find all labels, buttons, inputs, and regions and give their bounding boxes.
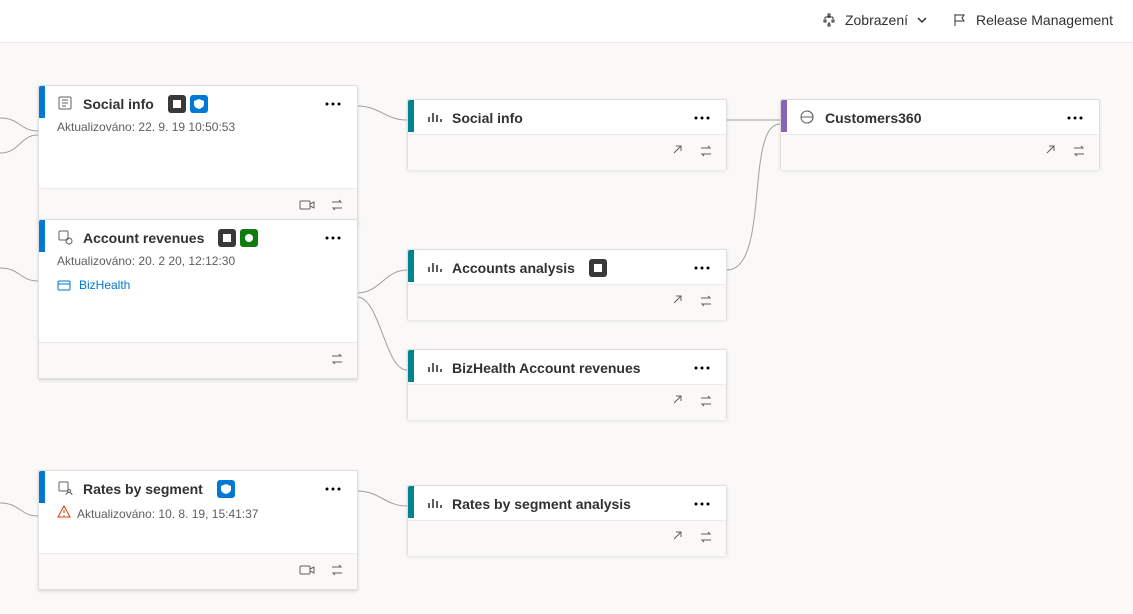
node-social-info-report[interactable]: Social info <box>407 99 727 169</box>
report-icon <box>426 259 442 278</box>
view-dropdown[interactable]: Zobrazení <box>821 12 928 28</box>
node-stripe <box>408 100 414 132</box>
node-footer <box>408 284 726 320</box>
node-customers360-app[interactable]: Customers360 <box>780 99 1100 169</box>
open-icon[interactable] <box>668 393 684 412</box>
node-rates-analysis-report[interactable]: Rates by segment analysis <box>407 485 727 555</box>
node-footer <box>781 134 1099 170</box>
impact-icon[interactable] <box>299 197 315 216</box>
open-icon[interactable] <box>668 143 684 162</box>
open-icon[interactable] <box>1041 143 1057 162</box>
impact-icon[interactable] <box>299 562 315 581</box>
node-title: BizHealth Account revenues <box>452 360 641 376</box>
hierarchy-icon <box>821 12 837 28</box>
swap-icon[interactable] <box>698 393 714 412</box>
node-stripe <box>39 220 45 252</box>
updated-timestamp: 10. 8. 19, 15:41:37 <box>158 507 258 521</box>
dataset-user-icon <box>57 480 73 499</box>
warning-icon <box>57 505 71 522</box>
updated-prefix: Aktualizováno: <box>77 507 158 521</box>
swap-icon[interactable] <box>329 562 345 581</box>
node-badges <box>217 480 235 498</box>
more-options-button[interactable] <box>321 483 345 495</box>
certified-badge-icon <box>217 480 235 498</box>
node-badges <box>589 259 607 277</box>
workspace-link[interactable]: BizHealth <box>57 278 345 292</box>
swap-icon[interactable] <box>698 529 714 548</box>
node-footer <box>408 134 726 170</box>
workspace-icon <box>57 278 71 292</box>
updated-prefix: Aktualizováno: <box>57 254 138 268</box>
node-footer <box>408 384 726 420</box>
release-management-label: Release Management <box>976 12 1113 28</box>
more-options-button[interactable] <box>690 362 714 374</box>
open-icon[interactable] <box>668 529 684 548</box>
node-stripe <box>39 86 45 118</box>
sensitivity-badge-icon <box>589 259 607 277</box>
node-body: Aktualizováno: 10. 8. 19, 15:41:37 <box>39 505 357 530</box>
node-title: Account revenues <box>83 230 204 246</box>
swap-icon[interactable] <box>329 197 345 216</box>
more-options-button[interactable] <box>690 262 714 274</box>
report-icon <box>426 495 442 514</box>
node-title: Social info <box>452 110 523 126</box>
promoted-badge-icon <box>240 229 258 247</box>
workspace-name: BizHealth <box>79 278 130 292</box>
dataset-icon <box>57 95 73 114</box>
node-badges <box>218 229 258 247</box>
certified-badge-icon <box>190 95 208 113</box>
node-bizhealth-revenues-report[interactable]: BizHealth Account revenues <box>407 349 727 419</box>
report-icon <box>426 359 442 378</box>
node-rates-by-segment-dataset[interactable]: Rates by segment Aktualizováno: 10. 8. 1… <box>38 470 358 590</box>
node-footer <box>39 553 357 589</box>
node-title: Accounts analysis <box>452 260 575 276</box>
report-icon <box>426 109 442 128</box>
lineage-canvas[interactable]: Social info Aktualizováno: 22. 9. 19 10:… <box>0 42 1133 614</box>
open-icon[interactable] <box>668 293 684 312</box>
view-label: Zobrazení <box>845 12 908 28</box>
more-options-button[interactable] <box>690 498 714 510</box>
node-stripe <box>408 350 414 382</box>
node-stripe <box>39 471 45 503</box>
sensitivity-badge-icon <box>218 229 236 247</box>
more-options-button[interactable] <box>321 232 345 244</box>
node-stripe <box>408 486 414 518</box>
node-accounts-analysis-report[interactable]: Accounts analysis <box>407 249 727 319</box>
node-body: Aktualizováno: 22. 9. 19 10:50:53 <box>39 120 357 142</box>
node-title: Customers360 <box>825 110 922 126</box>
node-stripe <box>781 100 787 132</box>
updated-timestamp: 20. 2 20, 12:12:30 <box>138 254 235 268</box>
chevron-down-icon <box>916 14 928 26</box>
node-title: Rates by segment <box>83 481 203 497</box>
toolbar: Zobrazení Release Management <box>821 12 1113 28</box>
more-options-button[interactable] <box>690 112 714 124</box>
flag-icon <box>952 12 968 28</box>
swap-icon[interactable] <box>698 143 714 162</box>
node-title: Social info <box>83 96 154 112</box>
node-account-revenues-dataset[interactable]: Account revenues Aktualizováno: 20. 2 20… <box>38 219 358 379</box>
swap-icon[interactable] <box>329 351 345 370</box>
more-options-button[interactable] <box>321 98 345 110</box>
updated-timestamp: 22. 9. 19 10:50:53 <box>138 120 235 134</box>
more-options-button[interactable] <box>1063 112 1087 124</box>
node-stripe <box>408 250 414 282</box>
swap-icon[interactable] <box>1071 143 1087 162</box>
swap-icon[interactable] <box>698 293 714 312</box>
node-title: Rates by segment analysis <box>452 496 631 512</box>
app-icon <box>799 109 815 128</box>
node-footer <box>408 520 726 556</box>
node-footer <box>39 342 357 378</box>
node-body: Aktualizováno: 20. 2 20, 12:12:30 BizHea… <box>39 254 357 300</box>
release-management-button[interactable]: Release Management <box>952 12 1113 28</box>
updated-prefix: Aktualizováno: <box>57 120 138 134</box>
sensitivity-badge-icon <box>168 95 186 113</box>
dataset-shared-icon <box>57 229 73 248</box>
node-badges <box>168 95 208 113</box>
node-social-info-dataset[interactable]: Social info Aktualizováno: 22. 9. 19 10:… <box>38 85 358 225</box>
